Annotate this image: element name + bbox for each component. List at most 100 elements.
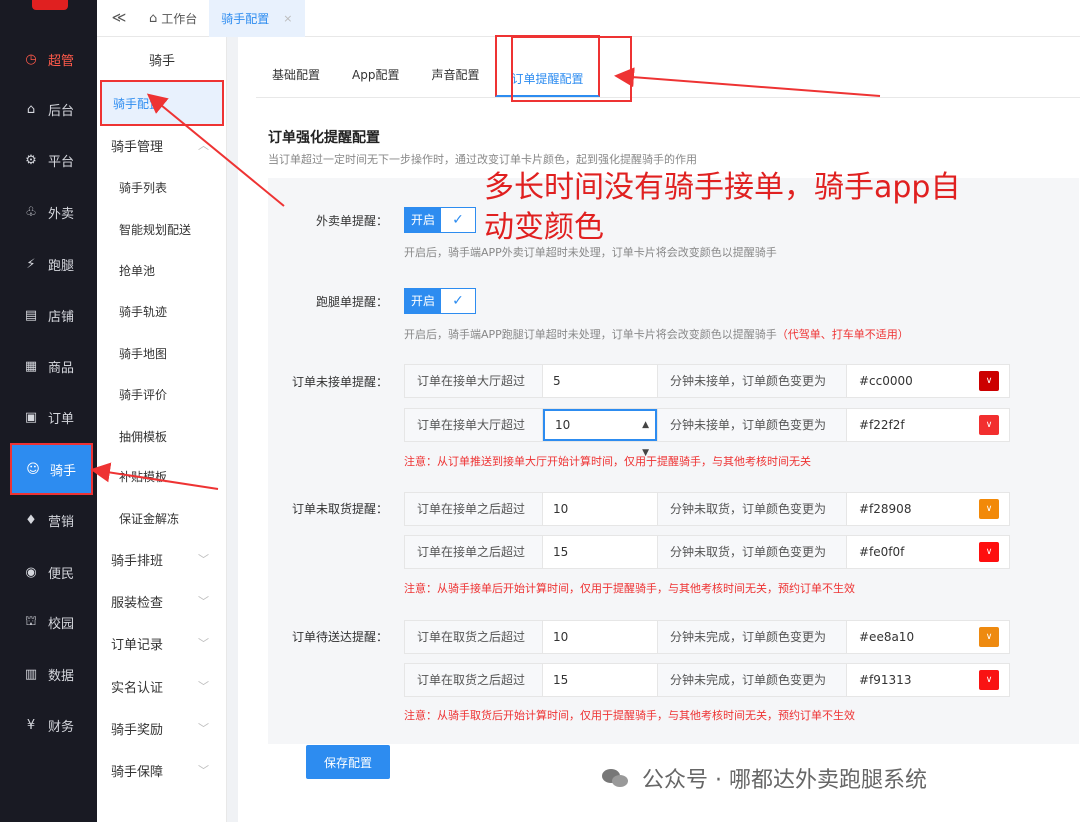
subnav-item-commission[interactable]: 抽佣模板 bbox=[97, 415, 227, 457]
nav-item-errand[interactable]: ⚡ 跑腿 bbox=[0, 240, 97, 288]
nav-item-rider[interactable]: ☺ 骑手 bbox=[10, 443, 93, 495]
save-config-button[interactable]: 保存配置 bbox=[306, 745, 390, 779]
subnav-item-rider-review[interactable]: 骑手评价 bbox=[97, 373, 227, 415]
nav-label: 营销 bbox=[48, 514, 75, 530]
subnav-label: 抢单池 bbox=[119, 263, 156, 278]
nav-label: 外卖 bbox=[48, 206, 75, 222]
nav-item-takeaway[interactable]: ♧ 外卖 bbox=[0, 188, 97, 236]
subnav-item-rider-list[interactable]: 骑手列表 bbox=[97, 166, 227, 208]
subnav-group-insurance[interactable]: 骑手保障 ﹀ bbox=[97, 749, 227, 791]
row-prefix: 订单在接单之后超过 bbox=[405, 493, 543, 525]
subnav-label: 抽佣模板 bbox=[119, 429, 168, 444]
tab-sound-config[interactable]: 声音配置 bbox=[415, 61, 495, 97]
takeaway-reminder-switch[interactable]: 开启 ✓ bbox=[404, 207, 476, 233]
subnav-label: 保证金解冻 bbox=[119, 511, 180, 526]
subnav-label: 骑手配置 bbox=[113, 96, 162, 111]
tab-order-reminder-config[interactable]: 订单提醒配置 bbox=[495, 35, 600, 97]
subnav-group-schedule[interactable]: 骑手排班 ﹀ bbox=[97, 538, 227, 580]
color-hex-input[interactable]: #fe0f0f bbox=[847, 545, 977, 559]
nav-item-marketing[interactable]: ♦ 营销 bbox=[0, 496, 97, 544]
row-middle: 分钟未完成，订单颜色变更为 bbox=[657, 621, 847, 653]
annotation-text: 多长时间没有骑手接单，骑手app自动变颜色 bbox=[484, 170, 961, 245]
nav-label: 后台 bbox=[48, 103, 75, 119]
wechat-icon bbox=[602, 767, 632, 789]
minutes-input[interactable]: 15 bbox=[543, 664, 657, 696]
subnav-item-deposit[interactable]: 保证金解冻 bbox=[97, 497, 227, 539]
nav-item-data[interactable]: ▥ 数据 bbox=[0, 650, 97, 698]
watermark-text: 公众号 · 哪都达外卖跑腿系统 bbox=[642, 768, 927, 793]
nav-label: 店铺 bbox=[48, 309, 75, 325]
collapse-icon[interactable]: ≪ bbox=[101, 10, 137, 26]
nav-item-backend[interactable]: ⌂ 后台 bbox=[0, 85, 97, 133]
unaccepted-row-2: 订单在接单大厅超过 10 ▲ ▼ 分钟未接单，订单颜色变更为 #f22f2f ∨ bbox=[404, 408, 1010, 458]
unaccepted-reminder-label: 订单未接单提醒： bbox=[291, 375, 388, 389]
nav-label: 骑手 bbox=[50, 463, 77, 479]
minutes-input[interactable]: 10 bbox=[543, 493, 657, 525]
nav-item-platform[interactable]: ⚙ 平台 bbox=[0, 136, 97, 184]
subnav-group-realname[interactable]: 实名认证 ﹀ bbox=[97, 665, 227, 707]
color-picker-chevron-icon[interactable]: ∨ bbox=[979, 415, 999, 435]
delivery-icon: ♧ bbox=[25, 204, 37, 220]
top-tab-bar: ≪ ⌂ 工作台 骑手配置 × bbox=[97, 0, 1080, 37]
tab-rider-config[interactable]: 骑手配置 × bbox=[209, 0, 305, 37]
subnav-item-rider-track[interactable]: 骑手轨迹 bbox=[97, 290, 227, 332]
watermark: 公众号 · 哪都达外卖跑腿系统 bbox=[602, 762, 927, 794]
color-hex-input[interactable]: #f28908 bbox=[847, 502, 977, 516]
switch-on-label: 开启 bbox=[405, 289, 441, 313]
tab-divider bbox=[256, 97, 1080, 98]
subnav-group-uniform[interactable]: 服装检查 ﹀ bbox=[97, 580, 227, 622]
order-icon: ▣ bbox=[24, 409, 38, 425]
color-hex-input[interactable]: #f22f2f bbox=[847, 418, 977, 432]
finance-icon: ¥ bbox=[26, 717, 36, 733]
nav-item-goods[interactable]: ▦ 商品 bbox=[0, 342, 97, 390]
subnav-item-order-pool[interactable]: 抢单池 bbox=[97, 249, 227, 291]
minutes-input[interactable]: 15 bbox=[543, 536, 657, 568]
chevron-down-icon: ﹀ bbox=[198, 553, 209, 566]
chevron-down-icon: ﹀ bbox=[198, 722, 209, 735]
color-picker-chevron-icon[interactable]: ∨ bbox=[979, 542, 999, 562]
errand-reminder-switch[interactable]: 开启 ✓ bbox=[404, 288, 476, 314]
nav-item-service[interactable]: ◉ 便民 bbox=[0, 548, 97, 596]
nav-item-order[interactable]: ▣ 订单 bbox=[0, 393, 97, 441]
color-picker-chevron-icon[interactable]: ∨ bbox=[979, 627, 999, 647]
close-icon[interactable]: × bbox=[283, 12, 292, 25]
unpicked-row-1: 订单在接单之后超过 10 分钟未取货，订单颜色变更为 #f28908 ∨ bbox=[404, 492, 1010, 526]
unpicked-note: 注意：从骑手接单后开始计算时间，仅用于提醒骑手，与其他考核时间无关，预约订单不生… bbox=[404, 582, 855, 595]
subnav-label: 智能规划配送 bbox=[119, 222, 192, 237]
color-hex-input[interactable]: #ee8a10 bbox=[847, 630, 977, 644]
subnav-item-rider-config[interactable]: 骑手配置 bbox=[100, 80, 224, 126]
nav-item-super[interactable]: ◷ 超管 bbox=[0, 35, 97, 83]
row-middle: 分钟未取货，订单颜色变更为 bbox=[657, 493, 847, 525]
color-picker-chevron-icon[interactable]: ∨ bbox=[979, 499, 999, 519]
row-prefix: 订单在接单之后超过 bbox=[405, 536, 543, 568]
nav-item-store[interactable]: ▤ 店铺 bbox=[0, 291, 97, 339]
tab-workbench[interactable]: ⌂ 工作台 bbox=[137, 10, 209, 27]
subnav-group-reward[interactable]: 骑手奖励 ﹀ bbox=[97, 707, 227, 749]
nav-item-finance[interactable]: ¥ 财务 bbox=[0, 701, 97, 749]
row-middle: 分钟未取货，订单颜色变更为 bbox=[657, 536, 847, 568]
subnav-group-rider-manage[interactable]: 骑手管理 ︿ bbox=[97, 124, 227, 166]
subnav-group-order-record[interactable]: 订单记录 ﹀ bbox=[97, 622, 227, 664]
subnav-item-rider-map[interactable]: 骑手地图 bbox=[97, 332, 227, 374]
minutes-input[interactable]: 5 bbox=[543, 365, 657, 397]
color-picker-chevron-icon[interactable]: ∨ bbox=[979, 670, 999, 690]
color-hex-input[interactable]: #cc0000 bbox=[847, 374, 977, 388]
tab-app-config[interactable]: App配置 bbox=[336, 61, 415, 97]
color-picker-chevron-icon[interactable]: ∨ bbox=[979, 371, 999, 391]
minutes-input[interactable]: 10 bbox=[543, 621, 657, 653]
subnav-item-subsidy[interactable]: 补贴模板 bbox=[97, 455, 227, 497]
nav-item-campus[interactable]: ⛫ 校园 bbox=[0, 598, 97, 646]
subnav-item-smart-dispatch[interactable]: 智能规划配送 bbox=[97, 208, 227, 250]
row-middle: 分钟未接单，订单颜色变更为 bbox=[657, 409, 847, 441]
home-icon: ⌂ bbox=[149, 10, 158, 26]
nav-label: 超管 bbox=[48, 53, 75, 69]
errand-hint: 开启后，骑手端APP跑腿订单超时未处理，订单卡片将会改变颜色以提醒骑手（代驾单、… bbox=[404, 326, 909, 342]
chevron-down-icon: ﹀ bbox=[198, 595, 209, 608]
minutes-input[interactable]: 10 ▲ ▼ bbox=[543, 409, 657, 458]
row-middle: 分钟未接单，订单颜色变更为 bbox=[657, 365, 847, 397]
app-logo bbox=[32, 0, 68, 10]
campus-icon: ⛫ bbox=[25, 613, 37, 629]
color-hex-input[interactable]: #f91313 bbox=[847, 673, 977, 687]
subnav-label: 骑手轨迹 bbox=[119, 304, 168, 319]
tab-basic-config[interactable]: 基础配置 bbox=[256, 61, 336, 97]
